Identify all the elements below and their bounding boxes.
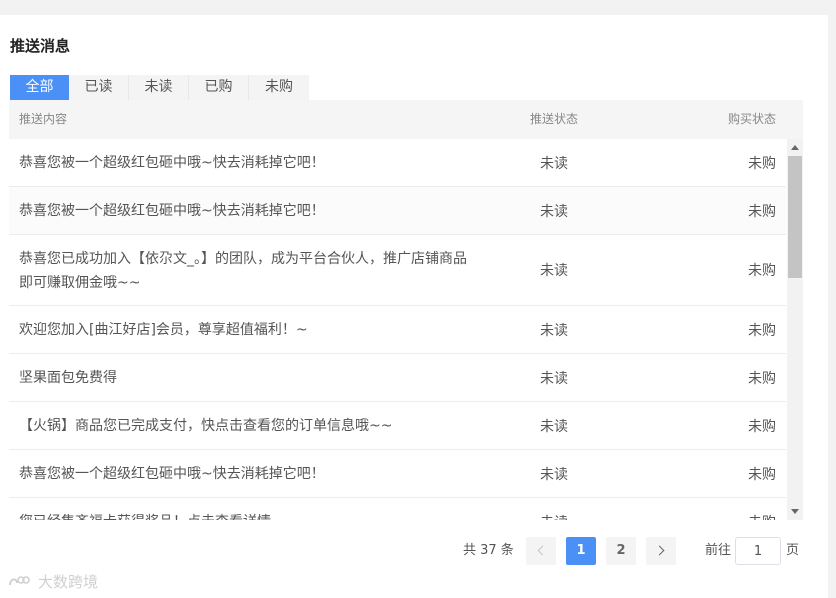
prev-page-button[interactable] [526,537,556,565]
row-push-status: 未读 [540,512,568,520]
filter-tabs: 全部 已读 未读 已购 未购 [10,75,309,100]
row-content: 坚果面包免费得 [19,370,117,386]
row-content: 恭喜您被一个超级红包砸中哦~快去消耗掉它吧！ [19,466,325,482]
row-content: 【火锅】商品您已完成支付，快点击查看您的订单信息哦~~ [19,418,393,434]
tab-read[interactable]: 已读 [69,75,129,100]
row-buy-status: 未购 [748,467,776,483]
table-header: 推送内容 推送状态 购买状态 [9,100,803,139]
watermark-text: 大数跨境 [38,573,99,591]
scroll-up-arrow-icon[interactable] [791,145,799,150]
tab-not-purchased[interactable]: 未购 [249,75,309,100]
watermark: 大数跨境 [8,571,98,592]
row-content: 恭喜您已成功加入【依尕文_。】的团队，成为平台合伙人，推广店铺商品即可赚取佣金哦… [19,251,467,291]
scrollbar-thumb[interactable] [788,156,802,278]
column-header-buy-status: 购买状态 [727,112,776,126]
row-content: 恭喜您被一个超级红包砸中哦~快去消耗掉它吧！ [19,203,325,219]
page-button-2[interactable]: 2 [606,537,636,565]
page-button-1[interactable]: 1 [566,537,596,565]
table-row[interactable]: 欢迎您加入[曲江好店]会员，尊享超值福利！~ 未读 未购 [9,306,786,354]
row-buy-status: 未购 [748,323,776,339]
scroll-down-arrow-icon[interactable] [791,509,799,514]
row-push-status: 未读 [540,204,568,220]
row-buy-status: 未购 [748,371,776,387]
table-row[interactable]: 恭喜您被一个超级红包砸中哦~快去消耗掉它吧！ 未读 未购 [9,139,786,187]
table-body[interactable]: 恭喜您被一个超级红包砸中哦~快去消耗掉它吧！ 未读 未购 恭喜您被一个超级红包砸… [9,139,803,520]
table-row[interactable]: 【火锅】商品您已完成支付，快点击查看您的订单信息哦~~ 未读 未购 [9,402,786,450]
tab-all[interactable]: 全部 [10,75,69,100]
table-scrollbar[interactable] [787,139,803,520]
pagination-total: 共 37 条 [463,543,514,558]
tab-unread[interactable]: 未读 [129,75,189,100]
chevron-left-icon [537,545,548,556]
table-row[interactable]: 恭喜您已成功加入【依尕文_。】的团队，成为平台合伙人，推广店铺商品即可赚取佣金哦… [9,235,786,306]
goto-label: 前往 [705,543,732,558]
goto-suffix: 页 [786,543,800,558]
row-push-status: 未读 [540,419,568,435]
row-buy-status: 未购 [748,419,776,435]
column-header-content: 推送内容 [19,112,68,126]
row-buy-status: 未购 [748,263,776,279]
row-content: 您已经集齐福卡获得奖品！点击查看详情 [19,510,469,520]
table-row[interactable]: 您已经集齐福卡获得奖品！点击查看详情 未读 未购 [9,498,786,520]
next-page-button[interactable] [646,537,676,565]
pagination: 共 37 条 1 2 前往 页 [0,537,836,567]
row-content: 恭喜您被一个超级红包砸中哦~快去消耗掉它吧！ [19,155,325,171]
page-title: 推送消息 [10,37,71,55]
goto-page-input[interactable] [735,537,781,565]
row-buy-status: 未购 [748,512,776,520]
table-row[interactable]: 坚果面包免费得 未读 未购 [9,354,786,402]
row-push-status: 未读 [540,467,568,483]
row-push-status: 未读 [540,263,568,279]
watermark-logo-icon [9,575,30,585]
row-buy-status: 未购 [748,156,776,172]
chevron-right-icon [654,545,665,556]
row-push-status: 未读 [540,323,568,339]
table-row[interactable]: 恭喜您被一个超级红包砸中哦~快去消耗掉它吧！ 未读 未购 [9,450,786,498]
tab-purchased[interactable]: 已购 [189,75,249,100]
table-row[interactable]: 恭喜您被一个超级红包砸中哦~快去消耗掉它吧！ 未读 未购 [9,187,786,235]
column-header-push-status: 推送状态 [530,112,579,126]
row-push-status: 未读 [540,371,568,387]
row-buy-status: 未购 [748,204,776,220]
row-content: 欢迎您加入[曲江好店]会员，尊享超值福利！~ [19,322,308,338]
row-push-status: 未读 [540,156,568,172]
